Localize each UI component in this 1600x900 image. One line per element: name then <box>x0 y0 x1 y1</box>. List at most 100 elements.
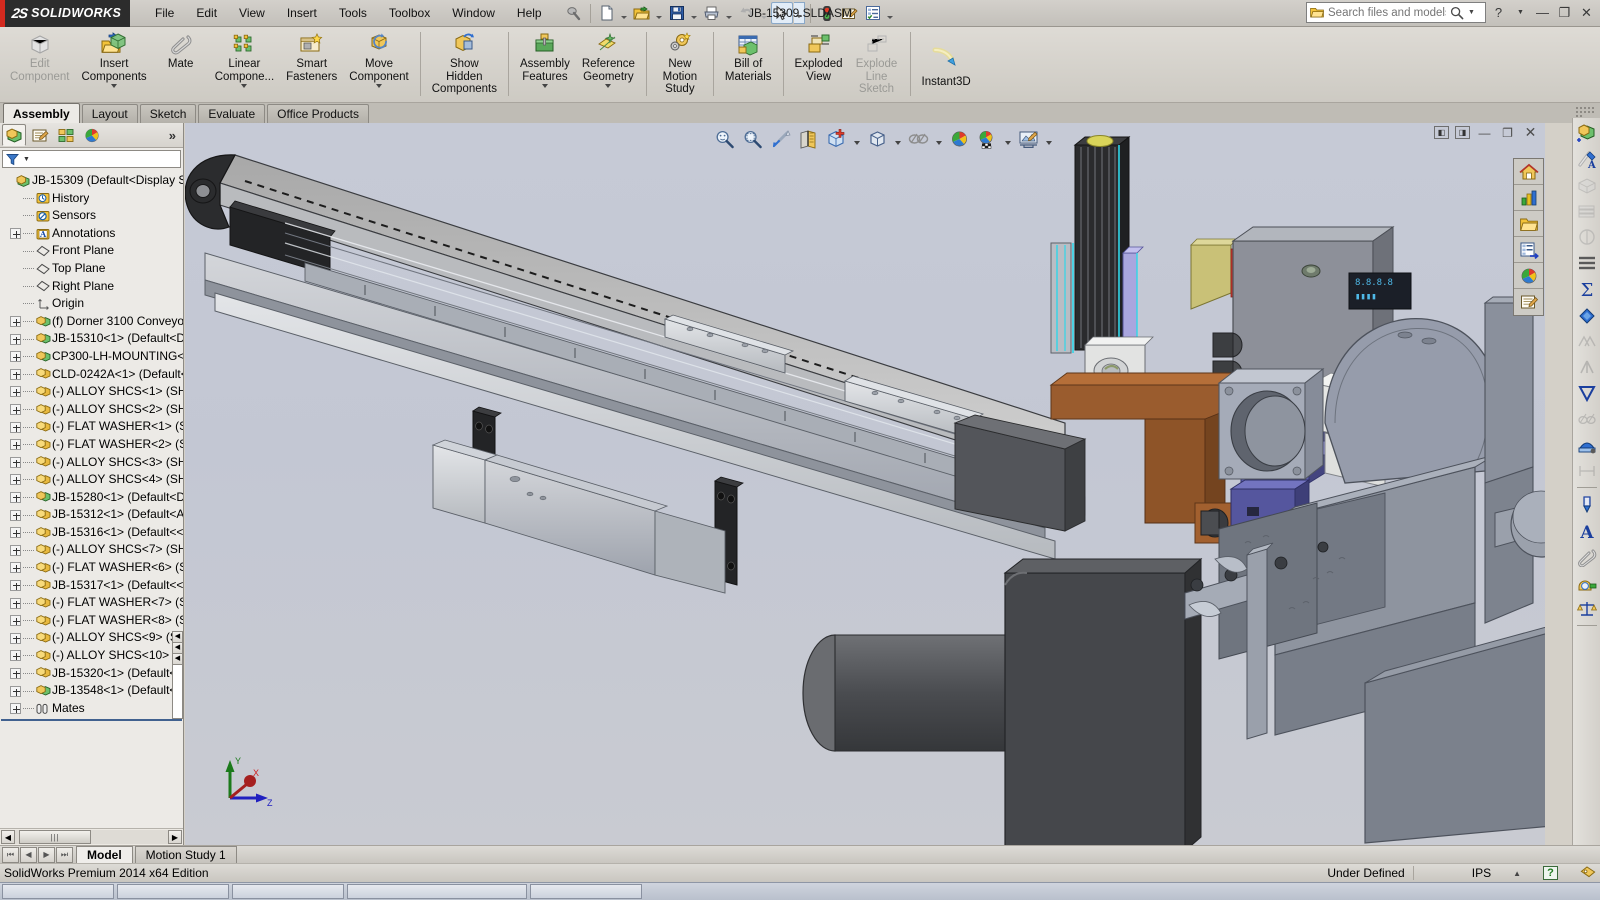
taskbar-item[interactable] <box>347 884 527 899</box>
smart-dimension-icon[interactable]: A <box>1574 146 1600 171</box>
revolved-boss-icon[interactable] <box>1574 224 1600 249</box>
expand-panel-icon[interactable]: » <box>169 128 176 143</box>
expand-toggle[interactable] <box>10 439 21 451</box>
rib-icon[interactable] <box>1574 328 1600 353</box>
tab-sketch[interactable]: Sketch <box>139 104 197 123</box>
menu-edit[interactable]: Edit <box>185 2 228 24</box>
tree-item-origin[interactable]: Origin <box>0 295 183 313</box>
expand-toggle[interactable] <box>10 474 21 486</box>
units-dropdown-icon[interactable]: ▲ <box>1513 869 1521 878</box>
tree-item-alloy-shcs-2[interactable]: (-) ALLOY SHCS<2> (SHCS <box>0 401 183 419</box>
menu-window[interactable]: Window <box>441 2 506 24</box>
tree-item-jb-15316[interactable]: JB-15316<1> (Default<<Def <box>0 524 183 542</box>
ribbon-insert-components[interactable]: Insert Components <box>75 27 152 102</box>
tree-item-alloy-shcs-1[interactable]: (-) ALLOY SHCS<1> (SHCS <box>0 383 183 401</box>
tree-item-jb-15320[interactable]: JB-15320<1> (Default<<Def <box>0 665 183 683</box>
rebuild-traffic-light-icon[interactable] <box>816 2 838 24</box>
tree-item-flat-washer-7[interactable]: (-) FLAT WASHER<7> (S.A.E <box>0 594 183 612</box>
tab-next-button[interactable]: ▶ <box>38 846 55 863</box>
assembly-3d-model[interactable]: 8.8.8.8 ▮▮▮▮ <box>185 123 1545 845</box>
options-list-icon[interactable] <box>862 2 884 24</box>
tree-item-front-plane[interactable]: Front Plane <box>0 242 183 260</box>
expand-toggle[interactable] <box>10 509 21 521</box>
status-help-badge[interactable]: ? <box>1543 866 1558 880</box>
file-explorer-icon[interactable] <box>1514 237 1543 263</box>
open-document-dropdown-icon[interactable] <box>654 2 665 24</box>
dome-icon[interactable] <box>1574 432 1600 457</box>
filter-dropdown-icon[interactable]: ▼ <box>23 156 30 163</box>
ribbon-bill-of-materials[interactable]: Bill of Materials <box>719 27 778 102</box>
expand-toggle[interactable] <box>10 491 21 503</box>
tree-item-sensors[interactable]: Sensors <box>0 207 183 225</box>
sw-orb-icon[interactable] <box>563 2 585 24</box>
open-folder-icon[interactable] <box>631 2 653 24</box>
graphics-viewport[interactable]: ◧ ◨ — ❐ ✕ 8.8.8.8 ▮▮▮▮ Y Z X <box>185 123 1545 845</box>
shell-icon[interactable] <box>1574 380 1600 405</box>
tab-motion-study-1[interactable]: Motion Study 1 <box>134 846 237 863</box>
property-manager-tab[interactable] <box>28 124 52 146</box>
tree-item-history[interactable]: History <box>0 190 183 208</box>
menu-view[interactable]: View <box>228 2 276 24</box>
expand-toggle[interactable] <box>10 456 21 468</box>
close-button[interactable]: ✕ <box>1577 3 1596 22</box>
tree-item-alloy-shcs-7[interactable]: (-) ALLOY SHCS<7> (SHCS <box>0 541 183 559</box>
tree-item-alloy-shcs-10[interactable]: (-) ALLOY SHCS<10> (SHCS <box>0 647 183 665</box>
pattern-lines-icon[interactable] <box>1574 250 1600 275</box>
tree-root-row[interactable]: JB-15309 (Default<Display Stat <box>0 172 183 190</box>
display-manager-tab[interactable] <box>80 124 104 146</box>
ribbon-reference-geometry[interactable]: Reference Geometry <box>576 27 641 102</box>
sum-sigma-icon[interactable]: Σ <box>1574 276 1600 301</box>
mate-clip-icon[interactable] <box>1574 544 1600 569</box>
tab-last-button[interactable]: ⏭ <box>56 846 73 863</box>
ribbon-new-motion-study[interactable]: New Motion Study <box>652 27 708 102</box>
options-dropdown-icon[interactable] <box>885 2 896 24</box>
select-dropdown-icon[interactable] <box>793 2 805 24</box>
scroll-down-arrow[interactable]: ◀ <box>173 654 182 665</box>
ribbon-move-component[interactable]: Move Component <box>343 27 414 102</box>
tree-item-dorner-conveyor[interactable]: (f) Dorner 3100 Conveyor w <box>0 313 183 331</box>
extruded-cut-icon[interactable] <box>1574 198 1600 223</box>
search-input[interactable] <box>1328 6 1446 19</box>
tree-rollback-bar[interactable] <box>1 719 182 722</box>
expand-toggle[interactable] <box>10 597 21 609</box>
expand-toggle[interactable] <box>10 333 21 345</box>
tree-item-alloy-shcs-3[interactable]: (-) ALLOY SHCS<3> (SHCS <box>0 454 183 472</box>
ribbon-dropdown-icon[interactable] <box>111 84 118 88</box>
configuration-manager-tab[interactable] <box>54 124 78 146</box>
search-box[interactable]: ▼ <box>1306 2 1486 23</box>
ribbon-edit-component[interactable]: Edit Component <box>4 27 75 102</box>
menu-tools[interactable]: Tools <box>328 2 378 24</box>
extruded-boss-icon[interactable] <box>1574 172 1600 197</box>
undo-arrow-icon[interactable] <box>736 2 758 24</box>
ribbon-dropdown-icon[interactable] <box>605 84 612 88</box>
restore-button[interactable]: ❐ <box>1555 3 1574 22</box>
expand-toggle[interactable] <box>10 579 21 591</box>
tab-evaluate[interactable]: Evaluate <box>198 104 266 123</box>
ribbon-mate[interactable]: Mate <box>153 27 209 102</box>
expand-toggle[interactable] <box>10 685 21 697</box>
expand-toggle[interactable] <box>10 562 21 574</box>
tree-item-alloy-shcs-4[interactable]: (-) ALLOY SHCS<4> (SHCS <box>0 471 183 489</box>
new-document-icon[interactable] <box>596 2 618 24</box>
tree-item-mates[interactable]: Mates <box>0 700 183 718</box>
feature-tree[interactable]: JB-15309 (Default<Display Stat History S… <box>0 169 183 828</box>
wrap-icon[interactable] <box>1574 406 1600 431</box>
expand-toggle[interactable] <box>10 228 21 240</box>
new-document-dropdown-icon[interactable] <box>619 2 630 24</box>
sw-resources-icon[interactable] <box>1514 185 1543 211</box>
menu-toolbox[interactable]: Toolbox <box>378 2 441 24</box>
save-floppy-icon[interactable] <box>666 2 688 24</box>
feature-manager-tab[interactable] <box>2 124 26 146</box>
tree-vertical-scrollbar[interactable]: ◀ ◀ ◀ <box>172 631 183 719</box>
draft-icon[interactable] <box>1574 354 1600 379</box>
save-dropdown-icon[interactable] <box>689 2 700 24</box>
tree-filter-bar[interactable]: ▼ <box>2 150 181 168</box>
tree-item-cld-0242a[interactable]: CLD-0242A<1> (Default<<D <box>0 366 183 384</box>
ribbon-smart-fasteners[interactable]: Smart Fasteners <box>280 27 343 102</box>
expand-toggle[interactable] <box>10 667 21 679</box>
hscroll-right-arrow[interactable]: ▶ <box>168 830 182 844</box>
tree-item-right-plane[interactable]: Right Plane <box>0 278 183 296</box>
text-annotation-icon[interactable]: A <box>1574 518 1600 543</box>
custom-properties-icon[interactable] <box>1514 289 1543 315</box>
ribbon-linear-component-pattern[interactable]: Linear Compone... <box>209 27 280 102</box>
